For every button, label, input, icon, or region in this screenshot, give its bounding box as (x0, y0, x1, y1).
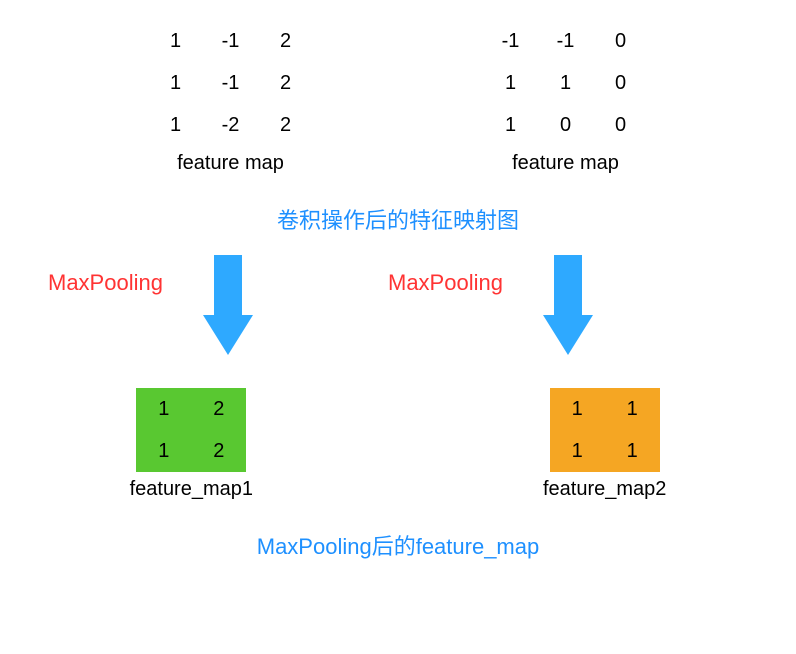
cell: -1 (203, 20, 258, 62)
cell: 1 (136, 430, 191, 472)
cell: 1 (483, 62, 538, 104)
maxpool-label-1: MaxPooling (48, 270, 163, 296)
maxpool-label-2: MaxPooling (388, 270, 503, 296)
arrow-down-icon (543, 255, 593, 360)
diagram-container: 1 -1 2 1 -1 2 1 -2 2 feature map -1 -1 0… (0, 0, 796, 561)
cell: -1 (203, 62, 258, 104)
output-matrix-block-1: 1 2 1 2 feature_map1 (130, 388, 253, 501)
cell: 0 (593, 62, 648, 104)
cell: 1 (550, 388, 605, 430)
cell: 1 (538, 62, 593, 104)
cell: -1 (483, 20, 538, 62)
cell: 0 (593, 104, 648, 146)
arrow-down-icon (203, 255, 253, 360)
output-matrix-2-label: feature_map2 (543, 478, 666, 501)
input-matrix-1-label: feature map (177, 152, 284, 175)
input-matrix-block-2: -1 -1 0 1 1 0 1 0 0 feature map (483, 20, 648, 175)
output-matrices-row: 1 2 1 2 feature_map1 1 1 1 1 feature_map… (0, 388, 796, 501)
output-matrix-2: 1 1 1 1 (550, 388, 660, 472)
input-matrix-1: 1 -1 2 1 -1 2 1 -2 2 (148, 20, 313, 146)
output-matrix-block-2: 1 1 1 1 feature_map2 (543, 388, 666, 501)
cell: 2 (258, 20, 313, 62)
pooled-caption: MaxPooling后的feature_map (257, 529, 539, 561)
arrow-group-2: MaxPooling (543, 255, 593, 360)
cell: 1 (148, 20, 203, 62)
input-matrix-2: -1 -1 0 1 1 0 1 0 0 (483, 20, 648, 146)
input-matrices-row: 1 -1 2 1 -1 2 1 -2 2 feature map -1 -1 0… (0, 20, 796, 175)
conv-caption: 卷积操作后的特征映射图 (277, 203, 519, 235)
output-matrix-1-label: feature_map1 (130, 478, 253, 501)
cell: -2 (203, 104, 258, 146)
cell: 0 (593, 20, 648, 62)
cell: 2 (258, 104, 313, 146)
cell: 1 (148, 62, 203, 104)
cell: 1 (605, 430, 660, 472)
cell: 0 (538, 104, 593, 146)
cell: 1 (148, 104, 203, 146)
cell: 1 (550, 430, 605, 472)
cell: 2 (191, 430, 246, 472)
input-matrix-2-label: feature map (512, 152, 619, 175)
cell: -1 (538, 20, 593, 62)
output-matrix-1: 1 2 1 2 (136, 388, 246, 472)
arrows-row: MaxPooling MaxPooling (0, 255, 796, 360)
cell: 1 (136, 388, 191, 430)
cell: 1 (605, 388, 660, 430)
input-matrix-block-1: 1 -1 2 1 -1 2 1 -2 2 feature map (148, 20, 313, 175)
cell: 2 (258, 62, 313, 104)
cell: 2 (191, 388, 246, 430)
cell: 1 (483, 104, 538, 146)
arrow-group-1: MaxPooling (203, 255, 253, 360)
